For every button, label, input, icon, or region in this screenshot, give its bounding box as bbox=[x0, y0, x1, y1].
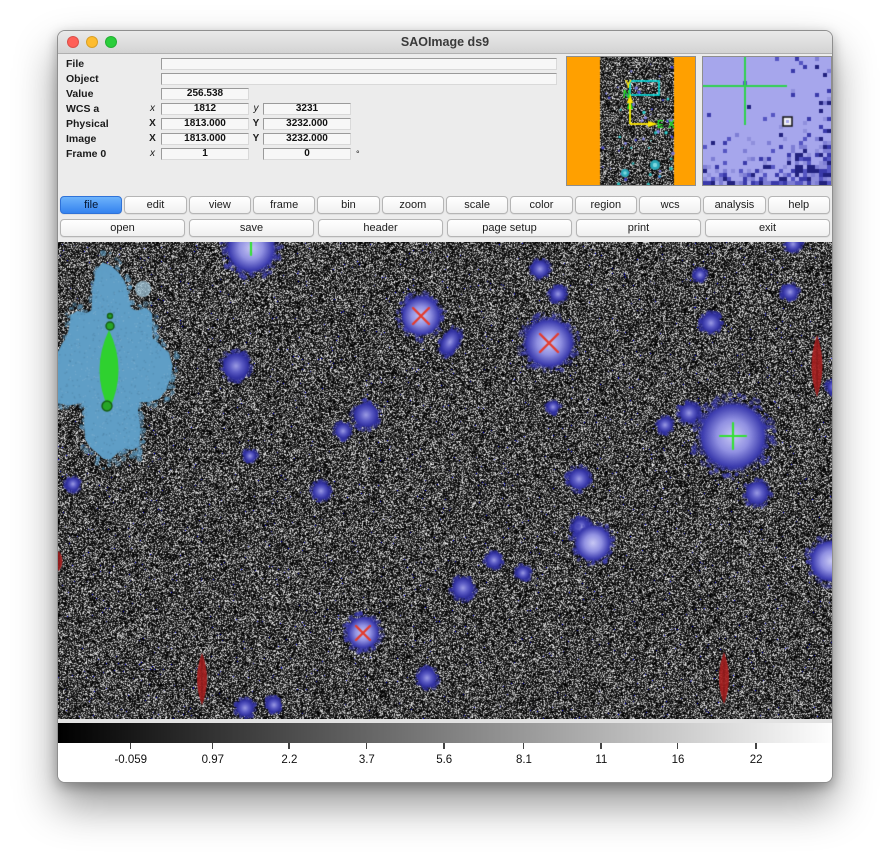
open-button[interactable]: open bbox=[60, 219, 185, 237]
menu-button-edit[interactable]: edit bbox=[124, 196, 186, 214]
colorbar-tick bbox=[600, 743, 602, 749]
menu-button-region[interactable]: region bbox=[575, 196, 637, 214]
wcs-y-field[interactable]: 3231 bbox=[263, 103, 351, 115]
colorbar-tick-label: 16 bbox=[672, 754, 685, 766]
value-label: Value bbox=[58, 88, 144, 100]
window-title: SAOImage ds9 bbox=[401, 35, 489, 49]
panner-panel[interactable] bbox=[566, 56, 696, 186]
colorbar-scale: -0.059 0.97 2.2 3.7 5.6 8.1 11 16 22 bbox=[58, 743, 832, 783]
menu-button-color[interactable]: color bbox=[510, 196, 572, 214]
colorbar-tick bbox=[523, 743, 525, 749]
colorbar-tick bbox=[755, 743, 757, 749]
file-actions-bar: open save header page setup print exit bbox=[58, 218, 832, 242]
menu-button-file[interactable]: file bbox=[60, 196, 122, 214]
page-setup-button[interactable]: page setup bbox=[447, 219, 572, 237]
colorbar-tick-label: 3.7 bbox=[359, 754, 375, 766]
menu-button-zoom[interactable]: zoom bbox=[382, 196, 444, 214]
close-button[interactable] bbox=[67, 36, 79, 48]
physical-y-field[interactable]: 3232.000 bbox=[263, 118, 351, 130]
image-display[interactable] bbox=[58, 242, 832, 719]
image-x-field[interactable]: 1813.000 bbox=[161, 133, 249, 145]
file-label: File bbox=[58, 58, 144, 70]
wcs-y-sublabel: y bbox=[249, 103, 263, 114]
frame-zoom-field[interactable]: 1 bbox=[161, 148, 249, 160]
menu-button-scale[interactable]: scale bbox=[446, 196, 508, 214]
header-button[interactable]: header bbox=[318, 219, 443, 237]
magnifier-canvas bbox=[703, 57, 831, 185]
zoom-button[interactable] bbox=[105, 36, 117, 48]
colorbar-tick-label: -0.059 bbox=[114, 754, 147, 766]
info-panel: File Object Value 256.538 WCS a x 1812 y… bbox=[58, 54, 832, 191]
menu-button-view[interactable]: view bbox=[189, 196, 251, 214]
menu-button-bin[interactable]: bin bbox=[317, 196, 379, 214]
wcs-x-field[interactable]: 1812 bbox=[161, 103, 249, 115]
wcs-label: WCS a bbox=[58, 103, 144, 115]
frame-x-sublabel: x bbox=[144, 148, 161, 159]
frame-rotate-field[interactable]: 0 bbox=[263, 148, 351, 160]
colorbar-tick bbox=[443, 743, 445, 749]
colorbar-tick-label: 2.2 bbox=[281, 754, 297, 766]
colorbar[interactable] bbox=[58, 723, 832, 743]
menu-button-frame[interactable]: frame bbox=[253, 196, 315, 214]
image-label: Image bbox=[58, 133, 144, 145]
physical-x-field[interactable]: 1813.000 bbox=[161, 118, 249, 130]
colorbar-tick-label: 11 bbox=[595, 754, 607, 766]
image-y-field[interactable]: 3232.000 bbox=[263, 133, 351, 145]
ds9-window: SAOImage ds9 File Object Value 256.538 W… bbox=[57, 30, 833, 783]
physical-y-sublabel: Y bbox=[249, 118, 263, 129]
print-button[interactable]: print bbox=[576, 219, 701, 237]
object-label: Object bbox=[58, 73, 144, 85]
colorbar-tick bbox=[288, 743, 290, 749]
panner-canvas[interactable] bbox=[567, 57, 695, 185]
physical-x-sublabel: X bbox=[144, 118, 161, 129]
value-field[interactable]: 256.538 bbox=[161, 88, 249, 100]
colorbar-canvas[interactable] bbox=[58, 723, 833, 743]
image-x-sublabel: X bbox=[144, 133, 161, 144]
exit-button[interactable]: exit bbox=[705, 219, 830, 237]
frame-label: Frame 0 bbox=[58, 148, 144, 160]
save-button[interactable]: save bbox=[189, 219, 314, 237]
menu-button-wcs[interactable]: wcs bbox=[639, 196, 701, 214]
image-y-sublabel: Y bbox=[249, 133, 263, 144]
colorbar-tick bbox=[366, 743, 368, 749]
colorbar-tick bbox=[677, 743, 679, 749]
minimize-button[interactable] bbox=[86, 36, 98, 48]
colorbar-tick-label: 0.97 bbox=[202, 754, 224, 766]
titlebar[interactable]: SAOImage ds9 bbox=[58, 31, 832, 54]
degree-symbol: ° bbox=[356, 149, 360, 159]
object-field[interactable] bbox=[161, 73, 557, 85]
colorbar-tick-label: 8.1 bbox=[516, 754, 532, 766]
image-canvas[interactable] bbox=[58, 242, 832, 719]
colorbar-tick-label: 22 bbox=[750, 754, 763, 766]
wcs-x-sublabel: x bbox=[144, 103, 161, 114]
colorbar-tick bbox=[130, 743, 132, 749]
file-field[interactable] bbox=[161, 58, 557, 70]
physical-label: Physical bbox=[58, 118, 144, 130]
magnifier-panel bbox=[702, 56, 832, 186]
menu-button-analysis[interactable]: analysis bbox=[703, 196, 765, 214]
colorbar-tick-label: 5.6 bbox=[436, 754, 452, 766]
menu-bar: file edit view frame bin zoom scale colo… bbox=[58, 191, 832, 218]
colorbar-tick bbox=[212, 743, 214, 749]
menu-button-help[interactable]: help bbox=[768, 196, 830, 214]
